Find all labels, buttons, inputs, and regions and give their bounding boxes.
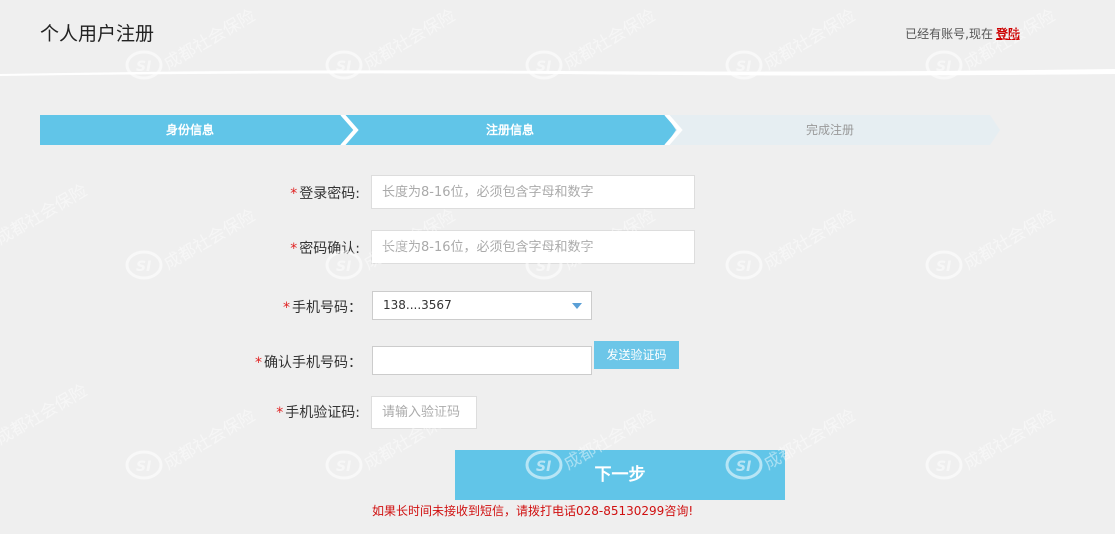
page-title: 个人用户注册 [40, 23, 155, 45]
sms-code-input[interactable] [371, 396, 477, 429]
account-prompt-text: 已经有账号,现在 [905, 27, 993, 41]
watermark [925, 404, 1061, 480]
watermark [125, 204, 261, 280]
login-link[interactable]: 登陆 [996, 27, 1020, 41]
phone-label: * 手机号码： [283, 300, 362, 316]
password-input[interactable] [371, 175, 695, 209]
watermark [925, 204, 1061, 280]
step-complete: 完成注册 [805, 123, 854, 137]
phone-selected-value: 138....3567 [383, 298, 452, 312]
required-mark: * [283, 300, 290, 316]
watermark [725, 204, 861, 280]
watermark [0, 379, 93, 455]
next-step-button[interactable]: 下一步 [455, 450, 785, 500]
confirm-phone-label: * 确认手机号码： [255, 355, 362, 371]
watermark [125, 404, 261, 480]
sms-notice: 如果长时间未接收到短信，请拨打电话028-85130299咨询! [372, 504, 694, 518]
required-mark: * [290, 241, 298, 257]
step-identity-info: 身份信息 [165, 123, 214, 137]
required-mark: * [255, 355, 262, 371]
watermark [0, 179, 93, 255]
page-header: 个人用户注册 已经有账号,现在登陆 [0, 0, 1115, 72]
chevron-down-icon [572, 303, 582, 309]
sms-code-label: * 手机验证码: [276, 405, 360, 421]
header-divider [0, 69, 1115, 76]
send-code-button[interactable]: 发送验证码 [594, 341, 679, 369]
confirm-password-label: * 密码确认: [290, 241, 360, 257]
confirm-phone-input[interactable] [372, 346, 592, 375]
required-mark: * [276, 405, 284, 421]
required-mark: * [290, 186, 298, 202]
step-registration-info: 注册信息 [485, 123, 534, 137]
login-prompt: 已经有账号,现在登陆 [905, 25, 1020, 42]
registration-steps: 身份信息 注册信息 完成注册 [40, 115, 1000, 145]
password-label: * 登录密码: [290, 186, 360, 202]
confirm-password-input[interactable] [371, 230, 695, 264]
phone-select[interactable]: 138....3567 [372, 291, 592, 320]
